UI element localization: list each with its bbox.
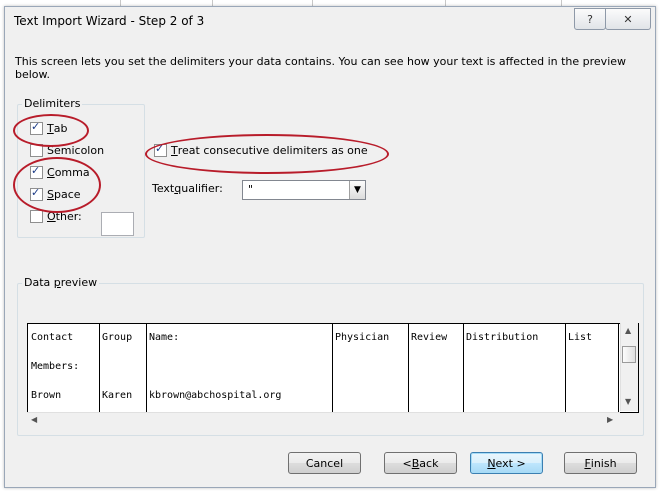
next-button-rest: ext > [495,456,526,470]
back-button[interactable]: < Back [384,452,457,474]
window-title: Text Import Wizard - Step 2 of 3 [14,14,205,28]
cancel-button[interactable]: Cancel [288,452,361,474]
data-preview-label-pre: Data [24,276,54,289]
semicolon-checkbox[interactable]: Semicolon [30,144,104,157]
scroll-thumb[interactable] [622,346,636,363]
data-preview-label: Data preview [22,276,100,289]
preview-vertical-scrollbar[interactable]: ▲ ▼ [620,323,638,411]
space-label-accel: S [47,188,54,201]
treat-consecutive-checkbox-box[interactable] [154,142,167,157]
scroll-down-icon[interactable]: ▼ [625,397,631,406]
other-checkbox-box[interactable] [30,210,43,223]
close-button[interactable]: ✕ [605,8,651,30]
finish-button-rest: inish [590,456,617,470]
preview-horizontal-scrollbar[interactable]: ◀ ▶ [27,412,620,428]
finish-button[interactable]: Finish [564,452,637,474]
description-text: This screen lets you set the delimiters … [15,55,627,81]
text-qualifier-select[interactable]: " ▼ [242,180,366,200]
next-button[interactable]: Next > [470,452,543,474]
comma-label-accel: C [47,166,55,179]
treat-consecutive-checkbox[interactable]: Treat consecutive delimiters as one [154,142,368,157]
data-preview-label-rest: review [60,276,98,289]
help-icon: ? [587,12,593,26]
preview-cell: Group [102,332,133,343]
preview-cell: Distribution [466,332,539,343]
tab-label-accel: T [47,122,54,135]
back-button-rest: ack [419,456,439,470]
tab-checkbox[interactable]: Tab [30,120,68,135]
preview-cell: Brown [31,390,62,401]
preview-row: Members: [28,353,618,382]
space-checkbox[interactable]: Space [30,186,81,201]
tab-label: ab [53,122,68,135]
text-qualifier-value: " [248,183,254,196]
scroll-up-icon[interactable]: ▲ [625,326,631,335]
other-checkbox[interactable]: Other: [30,210,82,223]
preview-cell: Physician [335,332,390,343]
data-preview-table[interactable]: Contact Group Name: Physician Review Dis… [27,323,639,413]
preview-cell: kbrown@abchospital.org [149,390,282,401]
tab-checkbox-box[interactable] [30,120,43,135]
data-preview-label-accel: p [53,276,61,289]
other-label: ther: [55,210,82,223]
next-button-accel: N [487,456,496,470]
preview-row: Contact Group Name: Physician Review Dis… [28,324,618,353]
text-qualifier-label: Text q ualifier: [152,182,223,195]
back-button-pre: < [402,456,412,470]
comma-checkbox-box[interactable] [30,164,43,179]
delimiters-group-label: Delimiters [22,97,83,110]
text-qualifier-label-pre: Text [152,182,175,195]
comma-checkbox[interactable]: Comma [30,164,90,179]
help-button[interactable]: ? [574,8,606,30]
space-label: pace [53,188,81,201]
other-delimiter-input[interactable] [101,212,134,236]
semicolon-label: Semicolon [47,144,105,157]
preview-cell: Members: [31,361,80,372]
semicolon-checkbox-box[interactable] [30,144,43,157]
preview-row: Brown Karen kbrown@abchospital.org [28,382,618,411]
preview-cell: Review [411,332,448,343]
treat-consecutive-label: reat consecutive delimiters as one [177,144,368,157]
chevron-down-icon[interactable]: ▼ [349,181,365,199]
text-qualifier-label-accel: q [174,182,182,195]
text-qualifier-label-rest: ualifier: [181,182,223,195]
scroll-right-icon[interactable]: ▶ [607,415,613,424]
scroll-left-icon[interactable]: ◀ [31,415,37,424]
back-button-accel: B [411,456,420,470]
preview-cell: Karen [102,390,133,401]
column-divider[interactable] [618,324,619,412]
preview-cell: Name: [149,332,180,343]
close-icon: ✕ [623,12,633,26]
treat-consecutive-label-accel: T [171,144,178,157]
comma-label: omma [54,166,90,179]
cancel-button-label: Cancel [305,456,344,470]
preview-cell: List [568,332,593,343]
title-bar[interactable]: Text Import Wizard - Step 2 of 3 ? ✕ [5,7,655,37]
preview-cell: Contact [31,332,74,343]
other-label-accel: O [47,210,56,223]
space-checkbox-box[interactable] [30,186,43,201]
